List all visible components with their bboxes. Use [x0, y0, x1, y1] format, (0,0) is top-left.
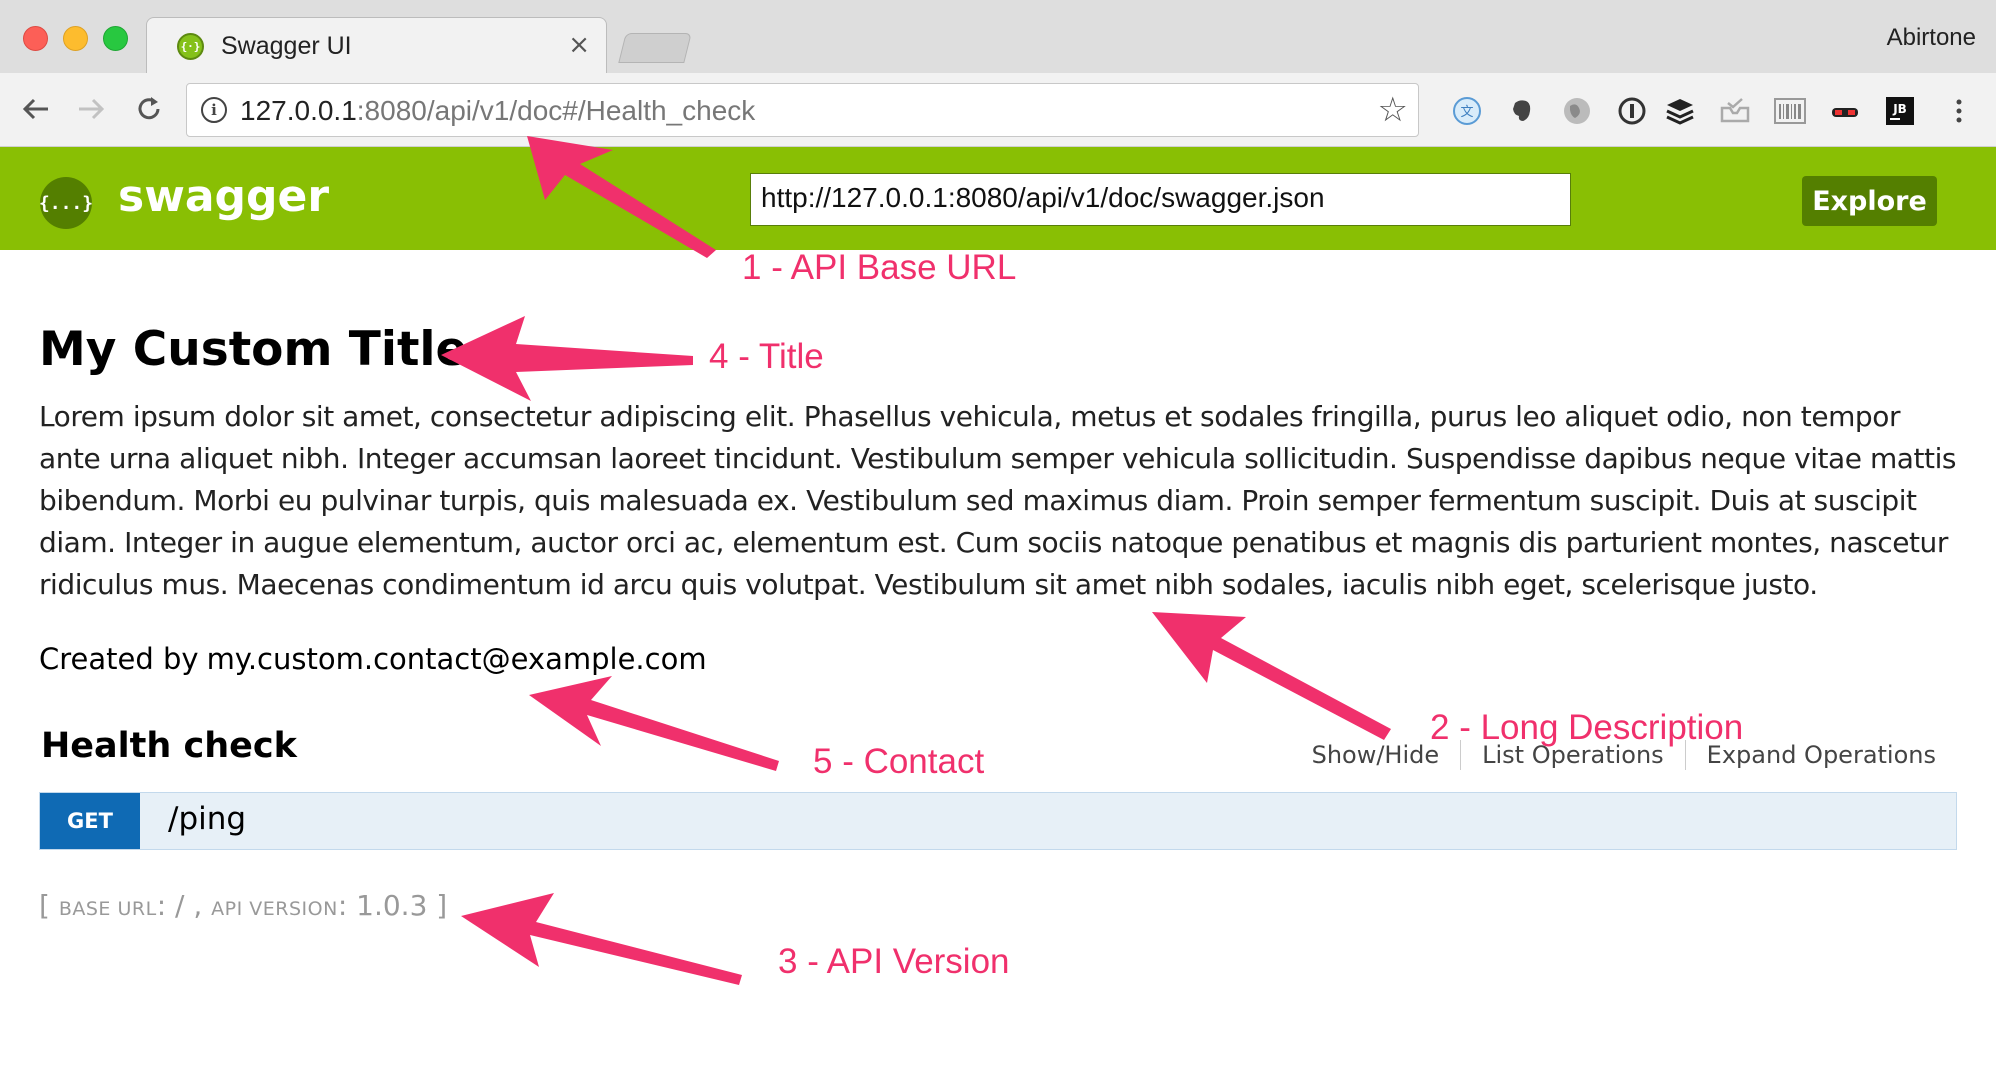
disguise-icon[interactable]	[1829, 95, 1861, 127]
bookmark-star-icon[interactable]: ☆	[1378, 90, 1408, 130]
footer-open-bracket: [	[39, 889, 50, 922]
browser-toolbar: i 127.0.0.1:8080/api/v1/doc#/Health_chec…	[0, 73, 1996, 147]
api-version-label: api version	[211, 898, 338, 920]
annotation-arrow-2	[1152, 612, 1391, 740]
svg-text:JB: JB	[1892, 102, 1907, 116]
translate-icon[interactable]: 文	[1451, 95, 1483, 127]
reload-icon[interactable]	[129, 89, 169, 129]
spec-url-input[interactable]: http://127.0.0.1:8080/api/v1/doc/swagger…	[750, 173, 1571, 226]
swagger-logo-icon[interactable]: {...}	[39, 177, 93, 229]
page-title: My Custom Title	[39, 322, 468, 377]
operation-row[interactable]: GET /ping	[39, 792, 1957, 850]
annotation-arrow-5	[529, 676, 779, 771]
annotation-title: 4 - Title	[709, 337, 824, 376]
annotation-api-base-url: 1 - API Base URL	[742, 248, 1017, 287]
annotation-contact: 5 - Contact	[813, 742, 985, 781]
base-url-label: Base url	[58, 898, 157, 920]
back-arrow-icon[interactable]	[16, 89, 56, 129]
annotation-long-description: 2 - Long Description	[1430, 708, 1744, 747]
method-badge[interactable]: GET	[40, 793, 140, 849]
jetbrains-icon[interactable]: JB	[1884, 95, 1916, 127]
window-close-button[interactable]	[23, 26, 48, 51]
globe-icon[interactable]	[1561, 95, 1593, 127]
new-tab-button[interactable]	[618, 33, 692, 63]
svg-text:文: 文	[1460, 105, 1473, 120]
profile-name[interactable]: Abirtone	[1887, 24, 1976, 52]
api-description: Lorem ipsum dolor sit amet, consectetur …	[39, 400, 1957, 601]
annotation-arrow-4	[441, 316, 693, 401]
forward-arrow-icon[interactable]	[71, 89, 111, 129]
base-url-value: : / ,	[156, 889, 203, 922]
swagger-brand[interactable]: swagger	[118, 171, 329, 222]
api-footer-info: [ Base url: / , api version: 1.0.3 ]	[39, 889, 447, 922]
site-info-icon[interactable]: i	[201, 97, 227, 123]
buffer-icon[interactable]	[1664, 95, 1696, 127]
inbox-icon[interactable]	[1719, 95, 1751, 127]
browser-tab-strip: {·} Swagger UI × Abirtone	[0, 0, 1996, 73]
contact-line: Created by my.custom.contact@example.com	[39, 642, 707, 676]
onepassword-icon[interactable]	[1616, 95, 1648, 127]
annotation-arrow-3	[461, 893, 742, 985]
more-icon[interactable]	[1943, 95, 1975, 127]
footer-close-bracket: ]	[436, 889, 448, 922]
contact-email-link[interactable]: my.custom.contact@example.com	[207, 642, 707, 676]
contact-prefix: Created by	[39, 642, 199, 676]
tab-close-icon[interactable]: ×	[568, 30, 590, 60]
barcode-icon[interactable]	[1774, 95, 1806, 127]
api-version-value: : 1.0.3	[337, 889, 428, 922]
tab-title: Swagger UI	[221, 32, 352, 60]
explore-button[interactable]: Explore	[1802, 176, 1937, 226]
evernote-icon[interactable]	[1506, 95, 1538, 127]
operation-path[interactable]: /ping	[168, 801, 246, 837]
swagger-header: {...} swagger http://127.0.0.1:8080/api/…	[0, 147, 1996, 250]
address-bar[interactable]: i 127.0.0.1:8080/api/v1/doc#/Health_chec…	[186, 83, 1419, 137]
address-bar-url[interactable]: 127.0.0.1:8080/api/v1/doc#/Health_check	[240, 95, 755, 127]
window-maximize-button[interactable]	[103, 26, 128, 51]
swagger-favicon-icon: {·}	[177, 33, 204, 60]
window-minimize-button[interactable]	[63, 26, 88, 51]
browser-tab[interactable]: {·} Swagger UI ×	[146, 17, 607, 73]
annotation-api-version: 3 - API Version	[778, 942, 1010, 981]
resource-heading[interactable]: Health check	[41, 726, 297, 766]
